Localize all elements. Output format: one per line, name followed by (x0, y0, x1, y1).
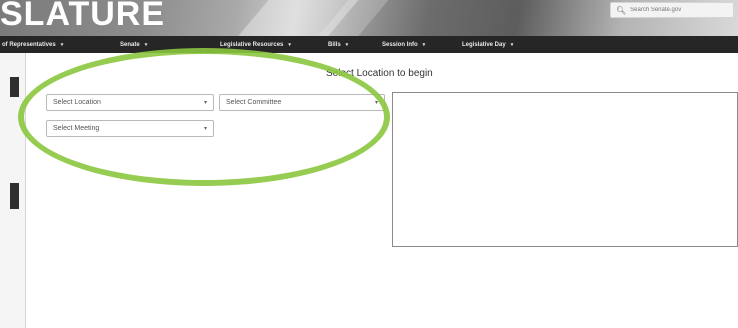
main-navbar: of Representatives ▾ Senate ▾ Legislative … (0, 36, 738, 53)
search-icon: 🔍︎ (616, 5, 627, 15)
chevron-down-icon: ▾ (510, 41, 514, 48)
left-side-rail (0, 53, 26, 328)
chevron-down-icon: ▾ (203, 126, 207, 132)
nav-item-bills[interactable]: Bills ▾ (328, 36, 348, 53)
nav-item-label: Bills (328, 41, 341, 48)
location-select-value: Select Location (53, 99, 101, 106)
search-input[interactable] (630, 7, 731, 13)
chevron-down-icon: ▾ (288, 41, 291, 48)
chevron-down-icon: ▾ (374, 100, 378, 106)
search-box[interactable]: 🔍︎ (610, 2, 734, 18)
meeting-select-value: Select Meeting (53, 125, 100, 132)
page-prompt: Select Location to begin (326, 68, 433, 79)
nav-item-label: Senate (120, 41, 140, 48)
committee-select[interactable]: Select Committee ▾ (219, 94, 385, 111)
nav-item-label: Session Info (382, 41, 418, 48)
results-panel (392, 92, 738, 247)
nav-item-representatives[interactable]: of Representatives ▾ (2, 36, 63, 53)
rail-tab[interactable] (10, 183, 19, 209)
site-title: SLATURE (0, 0, 166, 33)
nav-item-senate[interactable]: Senate ▾ (120, 36, 147, 53)
nav-item-label: Legislative Resources (220, 41, 284, 48)
chevron-down-icon: ▾ (60, 41, 64, 48)
chevron-down-icon: ▾ (345, 41, 349, 48)
nav-item-session-info[interactable]: Session Info ▾ (382, 36, 425, 53)
chevron-down-icon: ▾ (144, 41, 148, 48)
nav-item-label: Legislative Day (462, 41, 506, 48)
nav-item-legislative-resources[interactable]: Legislative Resources ▾ (220, 36, 291, 53)
meeting-select[interactable]: Select Meeting ▾ (46, 120, 214, 137)
committee-select-value: Select Committee (226, 99, 282, 106)
nav-item-label: of Representatives (2, 41, 56, 48)
chevron-down-icon: ▾ (422, 41, 426, 48)
nav-item-legislative-day[interactable]: Legislative Day ▾ (462, 36, 513, 53)
site-header-banner: SLATURE 🔍︎ (0, 0, 738, 36)
location-select[interactable]: Select Location ▾ (46, 94, 214, 111)
rail-tab[interactable] (10, 77, 19, 97)
chevron-down-icon: ▾ (203, 100, 207, 106)
